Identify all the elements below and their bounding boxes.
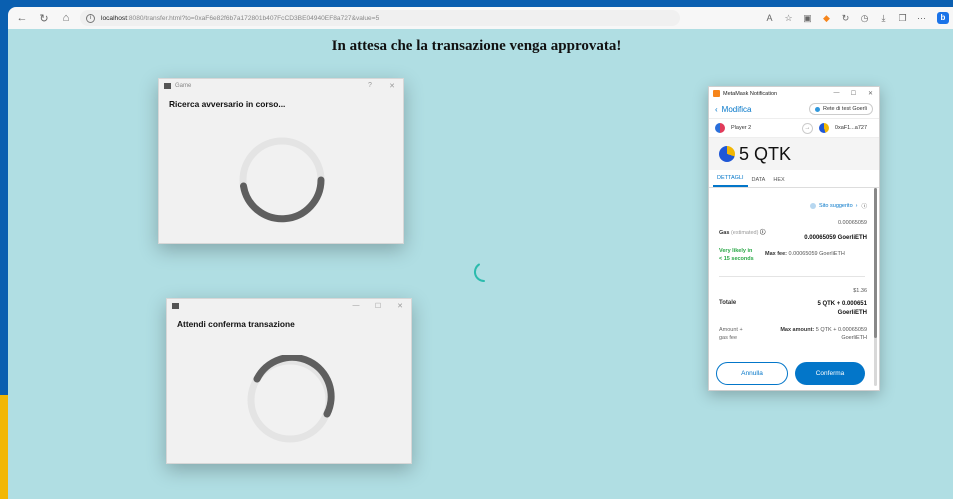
scrollbar[interactable]: [874, 188, 877, 386]
site-icon: [810, 203, 816, 209]
max-fee-label: Max fee:: [765, 251, 788, 257]
game-dialog: Game ? ✕ Ricerca avversario in corso...: [158, 78, 404, 244]
split-screen-icon[interactable]: ▣: [798, 13, 817, 24]
network-dot-icon: [814, 106, 820, 112]
chevron-right-icon: ›: [855, 203, 858, 209]
max-fee: Max fee: 0.00065059 GoerliETH: [765, 251, 845, 257]
url-host: localhost: [101, 14, 128, 22]
max-fee-value: 0.00065059 GoerliETH: [788, 251, 845, 257]
collections-icon[interactable]: ❐: [893, 13, 912, 24]
detail-tabs: DETTAGLI DATA HEX: [709, 170, 879, 188]
metamask-window-title: MetaMask Notification: [723, 90, 778, 97]
taskbar-accent: [0, 395, 8, 499]
minimize-button[interactable]: —: [828, 90, 845, 97]
refresh-tab-icon[interactable]: ↻: [836, 13, 855, 24]
cancel-button[interactable]: Annulla: [716, 362, 788, 385]
details-panel: Sito suggerito › ⓘ 0.00065059 Gas (estim…: [709, 188, 875, 390]
history-icon[interactable]: ◷: [855, 13, 874, 24]
info-icon[interactable]: ⓘ: [861, 202, 867, 210]
network-selector[interactable]: Rete di test Goerli: [808, 103, 873, 115]
favorite-icon[interactable]: ☆: [779, 13, 798, 24]
app-icon: [172, 303, 179, 309]
tab-data[interactable]: DATA: [748, 177, 770, 187]
max-amount-label: Max amount:: [780, 327, 815, 333]
read-aloud-icon[interactable]: A: [760, 13, 779, 23]
confirm-button[interactable]: Conferma: [795, 362, 865, 385]
address-bar[interactable]: i localhost:8080/transfer.html?to=0xaF6e…: [80, 10, 680, 26]
close-button[interactable]: ✕: [389, 302, 411, 310]
info-icon[interactable]: ⓘ: [760, 230, 766, 236]
metamask-titlebar: MetaMask Notification — ☐ ✕: [709, 87, 879, 100]
confirm-dialog-titlebar: — ☐ ✕: [167, 299, 411, 313]
maximize-button[interactable]: ☐: [845, 90, 862, 97]
metamask-notification-window: MetaMask Notification — ☐ ✕ ‹ Modifica R…: [708, 86, 880, 391]
download-icon[interactable]: ⤓: [874, 13, 893, 24]
game-dialog-title: Game: [175, 83, 192, 89]
refresh-icon[interactable]: ↻: [36, 10, 52, 26]
search-status-label: Ricerca avversario in corso...: [169, 99, 286, 109]
amount-row: 5 QTK: [709, 138, 879, 170]
from-avatar: [715, 123, 725, 133]
divider: [719, 276, 865, 277]
to-avatar: [818, 123, 829, 133]
account-transfer-row: Player 2 → 0xaF1...a727: [709, 118, 879, 138]
close-button[interactable]: ✕: [862, 90, 879, 97]
chevron-left-icon[interactable]: ‹: [715, 105, 718, 114]
page-loading-spinner-icon: [473, 263, 485, 283]
scrollbar-thumb[interactable]: [874, 188, 877, 338]
browser-toolbar: ← ↻ ⌂ i localhost:8080/transfer.html?to=…: [8, 7, 953, 29]
metamask-extension-icon[interactable]: ◆: [817, 13, 836, 24]
back-icon[interactable]: ←: [14, 10, 30, 26]
close-button[interactable]: ✕: [381, 82, 403, 90]
suggested-site-label: Sito suggerito: [819, 203, 853, 209]
window-controls: — ☐ ✕: [345, 302, 411, 310]
tab-details[interactable]: DETTAGLI: [713, 175, 748, 187]
gas-estimated: (estimated): [730, 230, 759, 236]
app-icon: [164, 83, 171, 89]
gas-label-text: Gas: [719, 230, 730, 236]
total-value: 5 QTK + 0.000651 GoerliETH: [817, 301, 867, 316]
transfer-target: → 0xaF1...a727: [796, 122, 873, 134]
gas-speed-estimate: Very likely in < 15 seconds: [719, 248, 754, 262]
to-account[interactable]: 0xaF1...a727: [835, 125, 867, 131]
browser-tools: A ☆ ▣ ◆ ↻ ◷ ⤓ ❐ ⋯ b: [760, 12, 953, 24]
max-amount-value: 5 QTK + 0.00065059 GoerliETH: [815, 327, 867, 341]
url-path: :8080/transfer.html?to=0xaF6e82f6b7a1728…: [127, 14, 380, 22]
metamask-header: ‹ Modifica Rete di test Goerli: [709, 100, 879, 118]
gas-label: Gas (estimated) ⓘ: [719, 228, 766, 236]
total-fiat: $1.36: [853, 288, 867, 294]
tab-hex[interactable]: HEX: [769, 177, 788, 187]
from-account[interactable]: Player 2: [731, 125, 751, 131]
help-button[interactable]: ?: [359, 82, 381, 90]
arrow-right-icon: →: [801, 122, 813, 134]
loading-spinner-icon: [247, 355, 335, 443]
confirm-status-label: Attendi conferma transazione: [177, 319, 295, 329]
bing-icon[interactable]: b: [937, 12, 949, 24]
page-title: In attesa che la transazione venga appro…: [331, 38, 622, 54]
max-amount: Max amount: 5 QTK + 0.00065059 GoerliETH: [757, 326, 867, 342]
transfer-amount: 5 QTK: [739, 143, 792, 164]
minimize-button[interactable]: —: [345, 302, 367, 310]
network-name: Rete di test Goerli: [822, 106, 867, 112]
home-icon[interactable]: ⌂: [58, 10, 74, 26]
metamask-fox-icon: [713, 90, 720, 97]
gas-value: 0.00065059 GoerliETH: [804, 235, 867, 241]
maximize-button[interactable]: ☐: [367, 302, 389, 310]
more-icon[interactable]: ⋯: [912, 13, 931, 24]
gas-fiat: 0.00065059: [837, 220, 867, 226]
window-controls: — ☐ ✕: [828, 90, 879, 97]
loading-spinner-icon: [239, 137, 325, 223]
edit-link[interactable]: Modifica: [722, 105, 752, 114]
suggested-site-link[interactable]: Sito suggerito › ⓘ: [810, 202, 867, 210]
window-controls: ? ✕: [359, 82, 403, 90]
token-icon: [719, 146, 735, 162]
amount-gas-label: Amount + gas fee: [719, 327, 743, 341]
confirm-dialog: — ☐ ✕ Attendi conferma transazione: [166, 298, 412, 464]
info-icon[interactable]: i: [86, 13, 95, 23]
game-dialog-titlebar: Game ? ✕: [159, 79, 403, 93]
total-label: Totale: [719, 300, 737, 306]
